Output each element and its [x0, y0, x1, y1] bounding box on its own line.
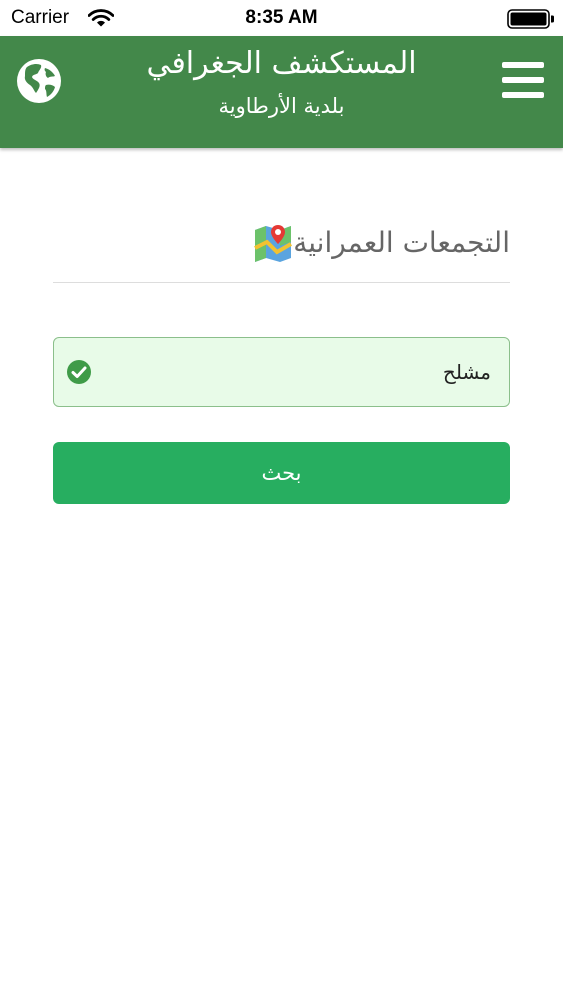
- menu-bar-top: [502, 62, 544, 68]
- map-icon: [254, 225, 293, 262]
- search-button[interactable]: بحث: [53, 442, 510, 504]
- settlement-select[interactable]: مشلح: [53, 337, 510, 407]
- settlement-select-value: مشلح: [442, 360, 491, 384]
- section-heading: التجمعات العمرانية: [239, 218, 510, 266]
- app-header: المستكشف الجغرافي بلدية الأرطاوية: [0, 36, 563, 148]
- status-bar: Carrier 8:35 AM: [0, 0, 563, 36]
- menu-bar-bottom: [502, 92, 544, 98]
- check-circle-icon: [67, 360, 91, 384]
- section-divider: [53, 282, 510, 283]
- app-screen: Carrier 8:35 AM المستكشف الجغرافي بلدية …: [0, 0, 563, 1000]
- hamburger-menu-icon[interactable]: [500, 60, 546, 100]
- battery-icon: [507, 9, 554, 29]
- menu-bar-middle: [502, 77, 544, 83]
- section-title: التجمعات العمرانية: [293, 225, 510, 259]
- status-time: 8:35 AM: [245, 7, 318, 28]
- app-title: المستكشف الجغرافي: [146, 46, 417, 81]
- app-subtitle: بلدية الأرطاوية: [218, 94, 345, 118]
